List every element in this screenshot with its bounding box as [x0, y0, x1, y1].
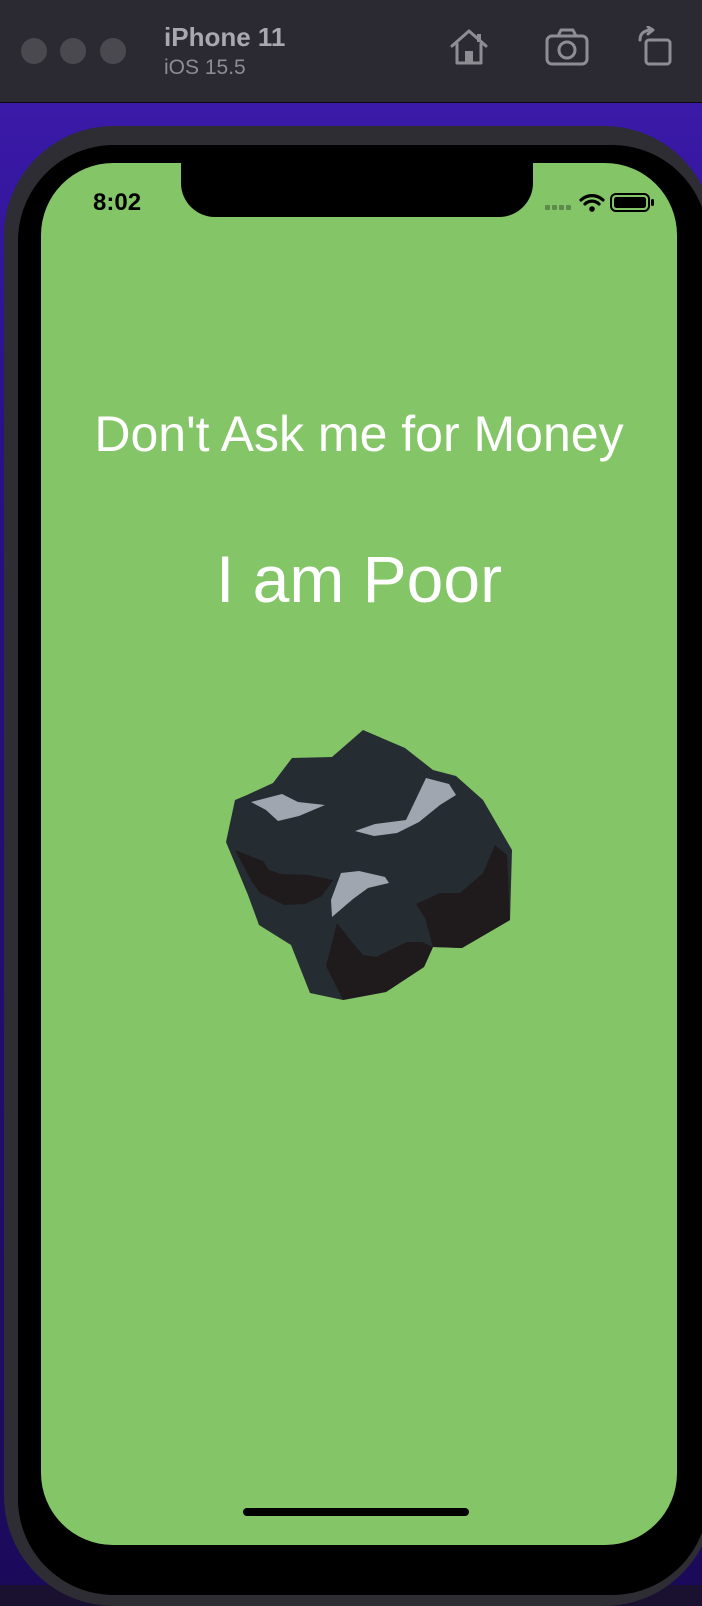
device-name: iPhone 11 [164, 22, 286, 52]
rotate-icon[interactable] [636, 25, 676, 73]
home-indicator[interactable] [243, 1508, 469, 1516]
app-screen: 8:02 Don't Ask me for Money I am Poor [41, 163, 677, 1545]
cellular-signal-icon [545, 205, 571, 210]
notch [181, 163, 533, 217]
screenshot-camera-icon[interactable] [544, 26, 590, 73]
zoom-window-button[interactable] [100, 38, 126, 64]
close-window-button[interactable] [21, 38, 47, 64]
status-icons [545, 191, 657, 218]
coal-image [226, 730, 516, 1010]
subhead-text: I am Poor [215, 542, 503, 616]
home-icon[interactable] [448, 26, 490, 73]
status-time: 8:02 [93, 189, 142, 216]
minimize-window-button[interactable] [60, 38, 86, 64]
headline-text: Don't Ask me for Money [94, 406, 624, 462]
simulator-title-bar: iPhone 11 iOS 15.5 [0, 0, 702, 103]
battery-icon [610, 193, 654, 212]
os-version: iOS 15.5 [164, 56, 246, 79]
wifi-icon [579, 194, 605, 212]
